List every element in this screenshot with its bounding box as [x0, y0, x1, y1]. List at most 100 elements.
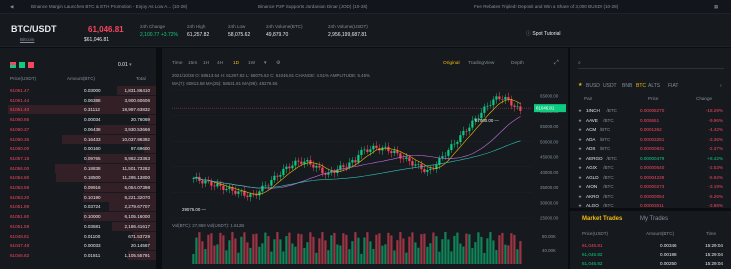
- ask-amount: 0.03724: [84, 204, 101, 210]
- candle-body: [423, 169, 426, 172]
- candle-body: [297, 160, 300, 162]
- market-row[interactable]: ★ AGLD/BTC 0.00004239 -5.92%: [570, 173, 731, 183]
- market-tab-btc[interactable]: BTC: [636, 83, 646, 89]
- chevron-right-icon[interactable]: ›: [720, 83, 722, 89]
- trade-amount: 0.00346: [660, 243, 677, 248]
- coin-name-link[interactable]: Bitcoin: [20, 38, 34, 43]
- volume-bar: [348, 249, 351, 264]
- orderbook-row[interactable]: 61053.59 0.09916 6,054.07398: [0, 183, 156, 192]
- volume-bar: [297, 233, 300, 264]
- volume-bar: [480, 236, 483, 264]
- orderbook-row[interactable]: 61061.44 0.06388 3,900.60606: [0, 95, 156, 105]
- favorite-star-icon[interactable]: ★: [578, 194, 582, 200]
- market-row[interactable]: ★ AKRO/BTC 0.00000054 -5.26%: [570, 192, 731, 202]
- orderbook-row[interactable]: 61047.48 0.00033 20.14567: [0, 241, 156, 251]
- market-pair: AAVE: [586, 117, 598, 123]
- col-pair[interactable]: Pair: [584, 96, 592, 101]
- favorite-star-icon[interactable]: ★: [578, 156, 582, 162]
- favorite-star-icon[interactable]: ★: [578, 184, 582, 190]
- market-search[interactable]: ⌕: [578, 60, 724, 69]
- layout-bids-icon[interactable]: [19, 62, 25, 68]
- volume-bar: [444, 232, 447, 264]
- candle-body: [351, 160, 354, 163]
- orderbook-row[interactable]: 61051.60 0.10000 6,105.16000: [0, 212, 156, 222]
- announcement-item[interactable]: Binance Margin Launches BTC & ETH Promot…: [31, 4, 187, 9]
- market-pair: AION: [586, 184, 598, 189]
- col-change[interactable]: Change: [696, 96, 712, 101]
- market-row[interactable]: ★ 1INCH/BTC 0.00008270 -18.29%: [570, 106, 731, 116]
- market-row[interactable]: ★ ADX/BTC 0.00000831 -2.37%: [570, 144, 731, 154]
- tab-my-trades[interactable]: My Trades: [640, 216, 668, 222]
- trade-row: 61,046.82 0.00250 15:29:04: [570, 259, 731, 269]
- market-row[interactable]: ★ AGIX/BTC 0.00000540 -2.53%: [570, 163, 731, 173]
- market-tab-bnb[interactable]: BNB: [622, 83, 632, 89]
- orderbook-row[interactable]: 61060.37 0.06438 3,930.53666: [0, 124, 156, 134]
- tab-market-trades[interactable]: Market Trades: [582, 216, 622, 222]
- orderbook-row[interactable]: 61046.82 0.01811 1,105.55791: [0, 250, 156, 260]
- orderbook-row[interactable]: 61060.86 0.00034 20.76069: [0, 115, 156, 125]
- volume-bar: [492, 240, 495, 264]
- favorite-star-icon[interactable]: ★: [578, 108, 582, 114]
- volume-bar: [357, 237, 360, 264]
- orderbook-row[interactable]: 61060.00 0.00160 97.69600: [0, 144, 156, 154]
- candle-body: [342, 165, 345, 167]
- favorite-star-icon[interactable]: ★: [578, 118, 582, 124]
- favorite-star-icon[interactable]: ★: [578, 137, 582, 143]
- candle-body: [393, 150, 396, 153]
- layout-both-icon[interactable]: [10, 62, 16, 68]
- market-quote: /BTC: [603, 174, 614, 180]
- candle-body: [513, 105, 516, 107]
- orderbook-row[interactable]: 61048.81 0.01100 671.53729: [0, 231, 156, 241]
- volume-bar: [213, 245, 216, 264]
- orderbook-row[interactable]: 61054.80 0.18500 11,295.13800: [0, 173, 156, 183]
- col-price[interactable]: Price: [648, 96, 658, 101]
- market-tab-alts[interactable]: ALTS: [648, 83, 660, 89]
- trade-time: 15:29:04: [705, 261, 723, 266]
- candle-body: [234, 190, 237, 194]
- market-tab-busd[interactable]: BUSD: [586, 83, 600, 89]
- grid-menu-icon[interactable]: ▦: [714, 4, 718, 10]
- orderbook-row[interactable]: 61051.59 0.03581 2,186.41617: [0, 221, 156, 231]
- candle-body: [402, 158, 405, 160]
- precision-select[interactable]: 0.01 ▾: [118, 62, 132, 68]
- spot-tutorial-link[interactable]: ⓘ Spot Tutorial: [526, 30, 560, 37]
- announcement-item[interactable]: Binance P2P Supports Jordanian Dinar (JO…: [258, 4, 367, 9]
- market-tab-usdt[interactable]: USDT: [603, 83, 617, 89]
- market-tab-fiat[interactable]: FIAT: [668, 83, 678, 89]
- orderbook-row[interactable]: 61061.47 0.03000 1,831.86410: [0, 86, 156, 95]
- candle-body: [372, 145, 375, 150]
- orderbook-row[interactable]: 61057.18 0.09765 5,962.23363: [0, 153, 156, 163]
- market-change: -18.29%: [705, 108, 723, 113]
- market-row[interactable]: ★ AION/BTC 0.00000273 -3.19%: [570, 182, 731, 192]
- favorite-star-icon[interactable]: ★: [578, 165, 582, 171]
- favorites-star-icon[interactable]: ★: [578, 82, 582, 88]
- favorite-star-icon[interactable]: ★: [578, 127, 582, 133]
- market-row[interactable]: ★ ACM/BTC 0.0001362 -4.42%: [570, 125, 731, 135]
- pair-title[interactable]: BTC/USDT: [11, 24, 57, 34]
- announcement-item[interactable]: Fee Rebates Tripled! Deposit and Win a S…: [474, 4, 618, 9]
- ask-amount: 0.09916: [84, 185, 101, 190]
- ask-price: 61057.18: [10, 155, 30, 161]
- ask-total: 5,962.23363: [124, 155, 150, 161]
- volume-bar: [306, 242, 309, 264]
- candlestick-chart[interactable]: 65000.0060000.0055000.0050000.0045000.00…: [162, 48, 568, 269]
- ask-total: 3,930.53666: [124, 126, 150, 132]
- market-quote: /BTC: [599, 127, 611, 132]
- volume-bar: [363, 237, 366, 264]
- favorite-star-icon[interactable]: ★: [578, 146, 582, 152]
- candle-body: [315, 165, 318, 168]
- volume-bar: [426, 246, 429, 264]
- orderbook-row[interactable]: 61061.40 0.31112 18,997.63832: [0, 105, 156, 115]
- orderbook-row[interactable]: 61051.89 0.03724 2,279.67707: [0, 202, 156, 212]
- market-row[interactable]: ★ AERGO/BTC 0.00000479 +8.42%: [570, 154, 731, 164]
- ask-price: 61051.89: [10, 204, 30, 210]
- orderbook-row[interactable]: 61053.20 0.10190 6,221.32070: [0, 192, 156, 202]
- candle-body: [318, 165, 321, 168]
- market-quote: /BTC: [599, 146, 611, 151]
- orderbook-row[interactable]: 61060.36 0.16433 10,037.96392: [0, 134, 156, 144]
- layout-asks-icon[interactable]: [28, 62, 34, 68]
- favorite-star-icon[interactable]: ★: [578, 175, 582, 181]
- market-row[interactable]: ★ AAVE/BTC 0.005551 -9.96%: [570, 116, 731, 126]
- orderbook-row[interactable]: 61056.00 0.18838 11,501.73282: [0, 163, 156, 173]
- market-row[interactable]: ★ ADA/BTC 0.00003281 -3.36%: [570, 135, 731, 145]
